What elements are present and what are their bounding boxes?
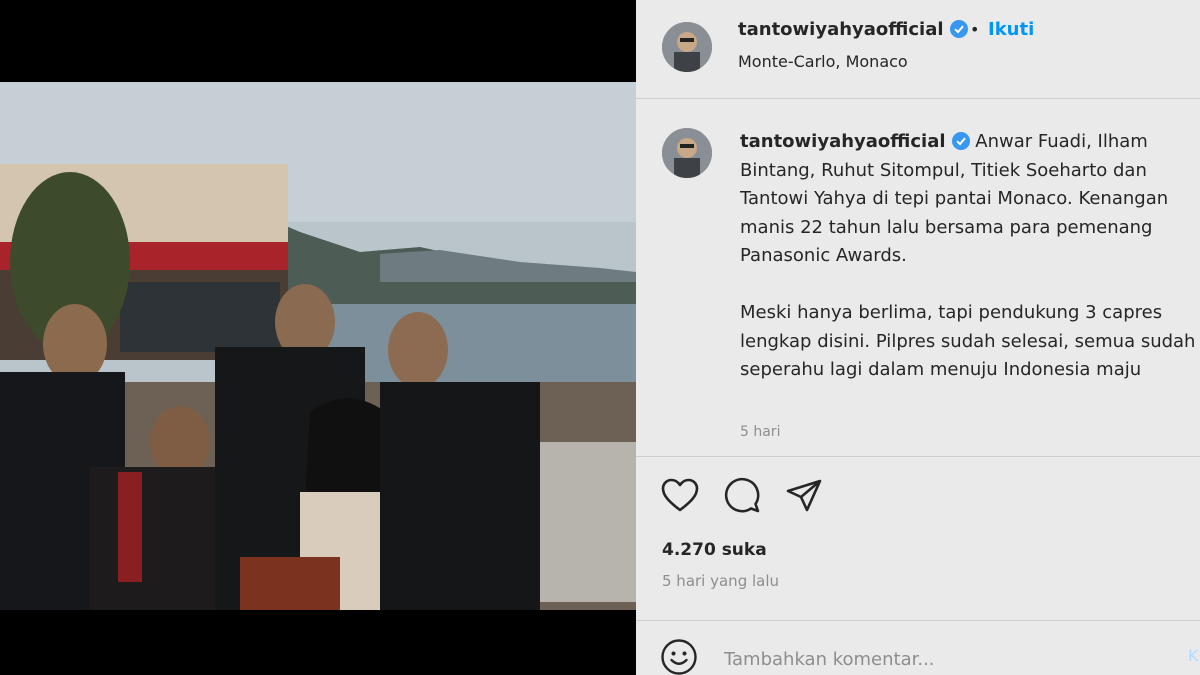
post-panel: tantowiyahyaofficial • Ikuti Monte-Carlo… xyxy=(636,0,1200,675)
verified-badge-icon xyxy=(951,132,970,150)
likes-count[interactable]: 4.270 suka xyxy=(662,540,767,560)
username-text[interactable]: tantowiyahyaofficial xyxy=(738,19,944,40)
caption-divider xyxy=(636,456,1200,457)
post-date: 5 hari yang lalu xyxy=(662,572,780,590)
comment-bar: K xyxy=(636,620,1200,675)
header-divider xyxy=(636,98,1200,99)
heart-icon[interactable] xyxy=(660,476,700,516)
caption-timestamp[interactable]: 5 hari xyxy=(740,424,780,440)
profile-photo xyxy=(662,128,712,178)
caption-avatar[interactable] xyxy=(662,128,712,178)
emoji-icon[interactable] xyxy=(660,638,698,675)
comment-icon[interactable] xyxy=(722,476,762,516)
avatar[interactable] xyxy=(662,22,712,72)
comment-input[interactable] xyxy=(724,646,1164,672)
post-media xyxy=(0,0,636,675)
verified-badge-icon xyxy=(949,20,968,38)
post-photo[interactable] xyxy=(0,82,636,610)
post-comment-button[interactable]: K xyxy=(1188,646,1199,665)
separator-dot: • xyxy=(970,20,980,39)
group-photo-monaco xyxy=(0,82,636,610)
header-username[interactable]: tantowiyahyaofficial xyxy=(738,19,968,40)
follow-button[interactable]: Ikuti xyxy=(988,19,1034,40)
caption-text: Anwar Fuadi, Ilham Bintang, Ruhut Sitomp… xyxy=(740,131,1196,380)
send-icon[interactable] xyxy=(784,476,824,516)
caption: tantowiyahyaofficial Anwar Fuadi, Ilham … xyxy=(740,128,1200,385)
profile-photo xyxy=(662,22,712,72)
caption-username[interactable]: tantowiyahyaofficial xyxy=(740,131,946,152)
location-link[interactable]: Monte-Carlo, Monaco xyxy=(738,52,908,71)
